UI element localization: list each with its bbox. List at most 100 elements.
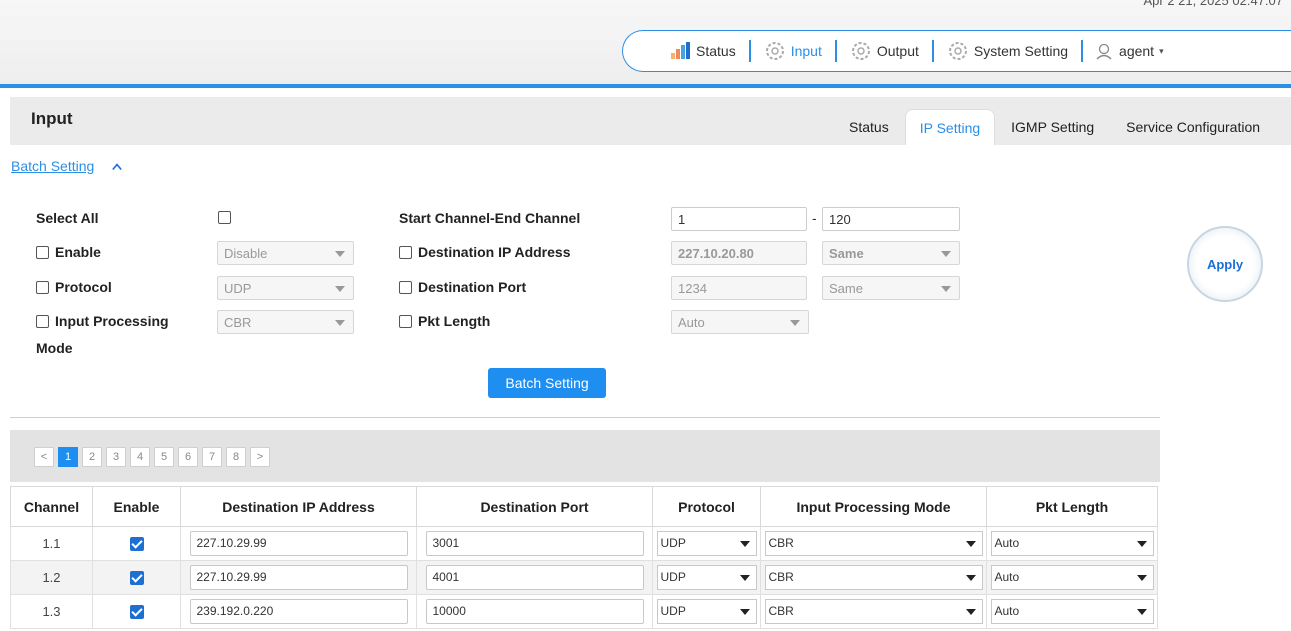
batch-setting-button[interactable]: Batch Setting [488,368,606,398]
tab-bar: Status IP Setting IGMP Setting Service C… [833,109,1276,145]
protocol-row-select[interactable]: UDP [656,565,757,590]
batch-setting-toggle[interactable]: Batch Setting [11,158,94,174]
dest-port-checkbox[interactable] [399,281,412,294]
dest-ip-row-input[interactable]: 227.10.29.99 [189,565,408,590]
dropdown-arrow-icon [739,609,750,615]
page-button[interactable]: 3 [106,447,126,467]
dest-ip-row-input[interactable]: 239.192.0.220 [189,599,408,624]
pagination: < 1 2 3 4 5 6 7 8 > [34,447,270,467]
dest-port-row-input[interactable]: 10000 [425,599,644,624]
nav-user-menu[interactable]: agent ▾ [1096,42,1164,60]
page-title: Input [31,109,73,128]
tab-ip-setting[interactable]: IP Setting [904,109,996,145]
dest-port-mode-value: Same [829,281,863,296]
input-mode-row-value: CBR [768,604,794,618]
page-button[interactable]: 8 [226,447,246,467]
dest-ip-mode-select[interactable]: Same [822,241,960,265]
page-button[interactable]: 6 [178,447,198,467]
pkt-length-select[interactable]: Auto [671,310,809,334]
start-channel-input[interactable]: 1 [671,207,807,231]
nav-system-setting-label: System Setting [973,43,1069,59]
chevron-up-icon[interactable] [112,162,122,172]
col-header-dest-ip: Destination IP Address [180,486,417,527]
pkt-length-row-value: Auto [994,604,1020,618]
nav-output[interactable]: Output [850,40,919,62]
nav-status-label: Status [696,43,736,59]
dest-port-mode-select[interactable]: Same [822,276,960,300]
protocol-checkbox[interactable] [36,281,49,294]
select-all-label: Select All [36,210,99,226]
input-processing-checkbox[interactable] [36,315,49,328]
pkt-length-row-value: Auto [994,536,1020,550]
pkt-length-row-value: Auto [994,570,1020,584]
select-all-checkbox[interactable] [218,211,231,224]
chevron-down-icon: ▾ [1159,45,1164,56]
enable-row-checkbox[interactable] [129,537,144,552]
page-button[interactable]: 1 [58,447,78,467]
protocol-label: Protocol [55,279,112,295]
input-processing-select-value: CBR [224,315,252,330]
nav-status[interactable]: Status [669,40,736,62]
input-mode-row-select[interactable]: CBR [764,599,983,624]
tab-status[interactable]: Status [833,109,905,145]
dest-ip-row-input[interactable]: 227.10.29.99 [189,531,408,556]
input-processing-label: Input Processing [55,313,169,329]
start-end-channel-label: Start Channel-End Channel [399,210,581,226]
dest-ip-input[interactable]: 227.10.20.80 [671,241,807,265]
nav-input[interactable]: Input [764,40,822,62]
input-mode-row-value: CBR [768,536,794,550]
input-mode-row-select[interactable]: CBR [764,531,983,556]
dropdown-arrow-icon [941,251,951,257]
input-mode-cell: CBR [760,560,987,595]
enable-label: Enable [55,244,101,260]
pkt-length-checkbox[interactable] [399,315,412,328]
tab-igmp-setting[interactable]: IGMP Setting [995,109,1110,145]
pkt-length-row-select[interactable]: Auto [990,531,1154,556]
dest-port-cell: 3001 [416,526,653,561]
col-header-protocol: Protocol [652,486,761,527]
nav-user-label: agent [1119,43,1155,59]
page-button[interactable]: 5 [154,447,174,467]
nav-system-setting[interactable]: System Setting [947,40,1068,62]
dest-port-cell: 4001 [416,560,653,595]
dest-port-input[interactable]: 1234 [671,276,807,300]
table-row: 1.1 227.10.29.99 3001 UDP CBR Auto [10,526,1158,561]
apply-button[interactable]: Apply [1187,226,1263,302]
dropdown-arrow-icon [965,609,976,615]
enable-cell [92,560,181,595]
protocol-row-select[interactable]: UDP [656,599,757,624]
enable-select[interactable]: Disable [217,241,354,265]
enable-row-checkbox[interactable] [129,605,144,620]
end-channel-input[interactable]: 120 [822,207,960,231]
tab-service-configuration[interactable]: Service Configuration [1110,109,1276,145]
pkt-length-row-select[interactable]: Auto [990,599,1154,624]
pkt-length-cell: Auto [986,594,1158,629]
pagination-bar: < 1 2 3 4 5 6 7 8 > [10,430,1160,482]
nav-divider [748,40,751,62]
protocol-row-select[interactable]: UDP [656,531,757,556]
datetime: Apr 2 21, 2025 02:47:07 [1143,0,1283,8]
input-mode-cell: CBR [760,594,987,629]
enable-row-checkbox[interactable] [129,571,144,586]
input-processing-select[interactable]: CBR [217,310,354,334]
dropdown-arrow-icon [790,320,800,326]
page-prev-button[interactable]: < [34,447,54,467]
gear-icon [765,42,784,60]
input-processing-label-line2: Mode [36,340,73,356]
protocol-select[interactable]: UDP [217,276,354,300]
pkt-length-row-select[interactable]: Auto [990,565,1154,590]
enable-checkbox[interactable] [36,246,49,259]
dest-port-row-input[interactable]: 3001 [425,531,644,556]
page-button[interactable]: 7 [202,447,222,467]
dropdown-arrow-icon [739,541,750,547]
page-next-button[interactable]: > [250,447,270,467]
page-button[interactable]: 4 [130,447,150,467]
dest-port-row-input[interactable]: 4001 [425,565,644,590]
dest-ip-checkbox[interactable] [399,246,412,259]
input-mode-row-select[interactable]: CBR [764,565,983,590]
main-nav: Status Input Output System Setting agent… [622,30,1291,72]
pkt-length-select-value: Auto [678,315,705,330]
page-button[interactable]: 2 [82,447,102,467]
top-header: Apr 2 21, 2025 02:47:07 Status Input Out… [0,0,1291,84]
input-mode-cell: CBR [760,526,987,561]
